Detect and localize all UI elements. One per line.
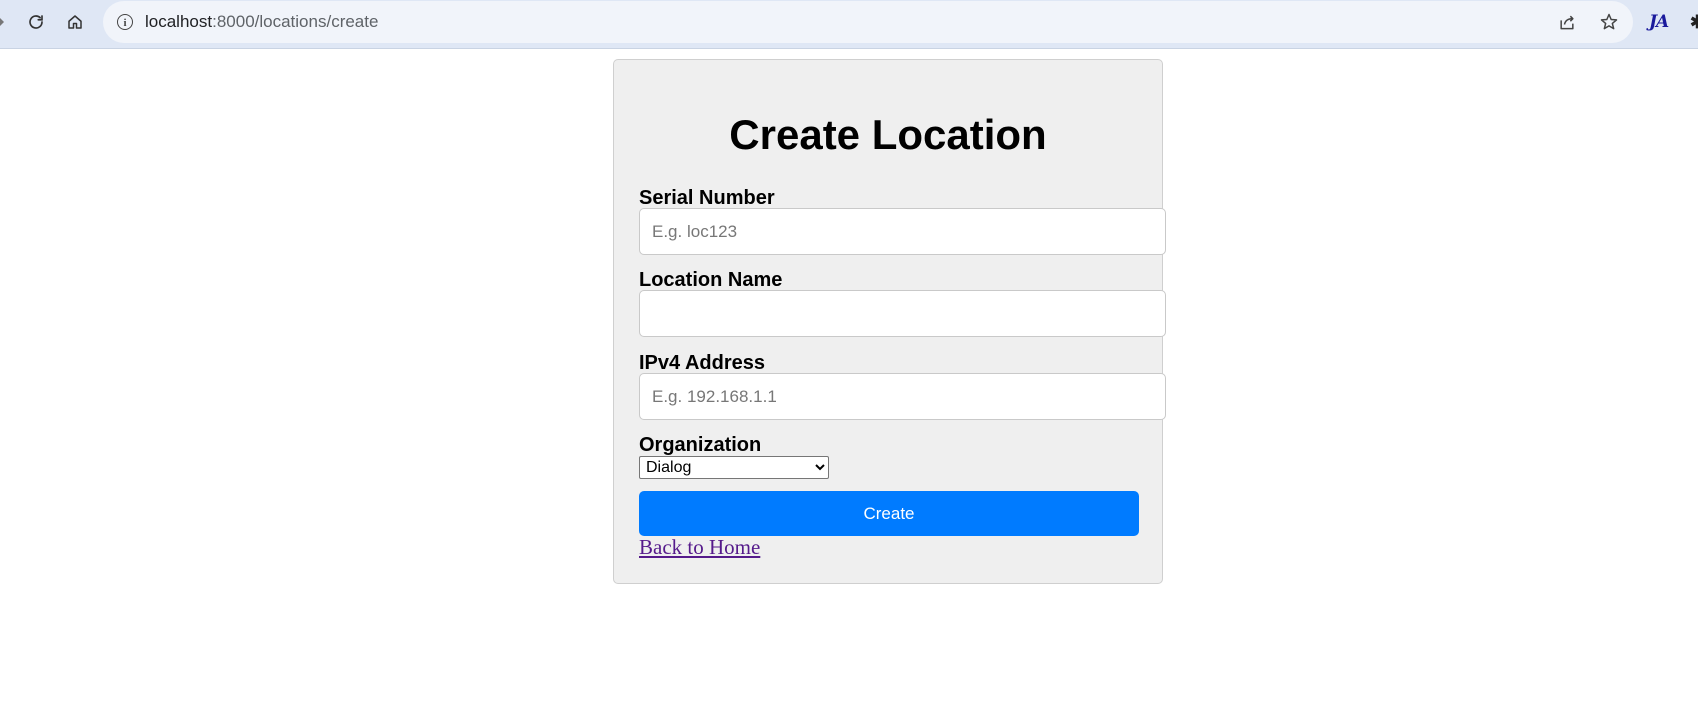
location-name-input[interactable] — [639, 290, 1166, 337]
reload-button[interactable] — [22, 8, 50, 36]
url-path: :8000/locations/create — [212, 12, 379, 31]
site-info-icon[interactable]: i — [117, 14, 133, 30]
location-name-label: Location Name — [639, 269, 783, 291]
browser-toolbar: i localhost:8000/locations/create JA ✱ — [0, 0, 1698, 49]
back-to-home-link[interactable]: Back to Home — [639, 535, 760, 559]
serial-number-input[interactable] — [639, 208, 1166, 255]
organization-label: Organization — [639, 434, 762, 456]
home-button[interactable] — [61, 8, 89, 36]
extensions-puzzle-icon[interactable]: ✱ — [1690, 12, 1698, 32]
url-text[interactable]: localhost:8000/locations/create — [145, 12, 378, 32]
serial-number-label: Serial Number — [639, 187, 775, 209]
organization-select[interactable]: Dialog — [639, 456, 829, 479]
url-host: localhost — [145, 12, 213, 31]
extension-ja-icon[interactable]: JA — [1649, 12, 1669, 32]
page-title: Create Location — [729, 111, 1047, 158]
reload-icon — [29, 15, 43, 29]
ipv4-address-label: IPv4 Address — [639, 352, 765, 374]
home-icon — [68, 15, 82, 29]
ipv4-address-input[interactable] — [639, 373, 1166, 420]
create-location-card: Create Location Serial Number Location N… — [613, 59, 1166, 584]
share-icon[interactable] — [1557, 12, 1577, 32]
address-bar[interactable]: i localhost:8000/locations/create — [103, 1, 1633, 43]
back-arrow-icon[interactable] — [0, 18, 4, 26]
bookmark-star-icon[interactable] — [1599, 12, 1619, 32]
create-button[interactable]: Create — [639, 491, 1139, 536]
